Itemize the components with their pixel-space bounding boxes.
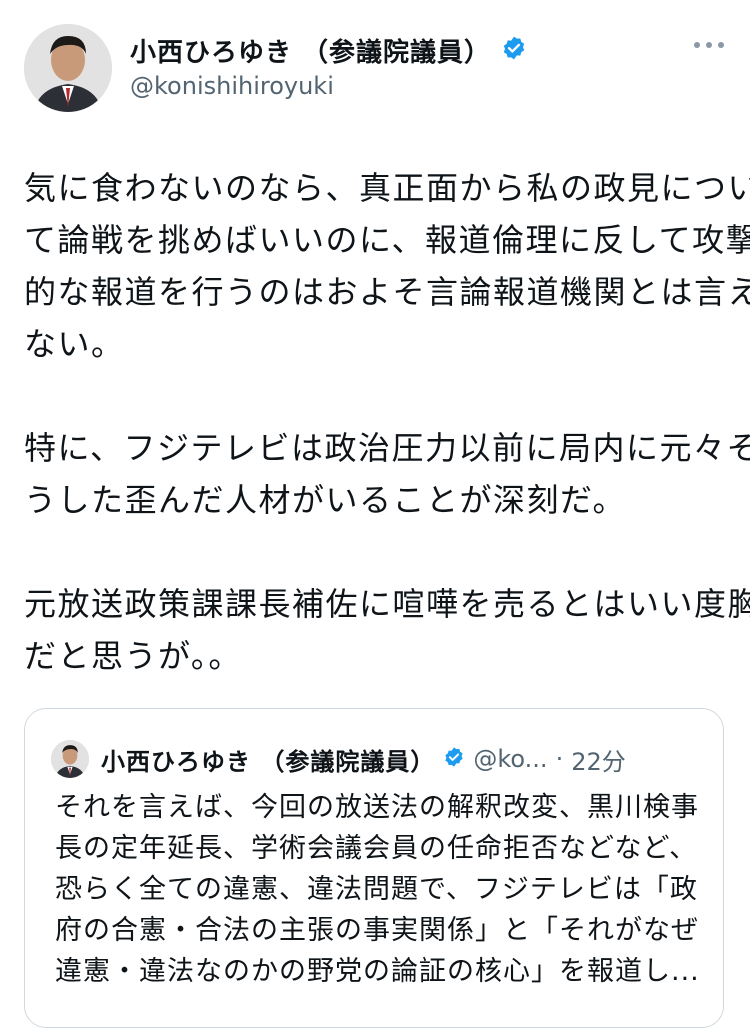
quoted-tweet-header: 小西ひろゆき （参議院議員） @ko... · 22分	[51, 739, 626, 779]
author-name[interactable]: 小西ひろゆき （参議院議員）	[130, 32, 491, 69]
author-avatar[interactable]	[24, 24, 112, 112]
quoted-author-name: 小西ひろゆき （参議院議員）	[101, 747, 436, 776]
quoted-line: 府の合憲・合法の主張の事実関係」と「それがなぜ	[55, 915, 699, 946]
quoted-verified-badge-icon	[443, 746, 465, 772]
quoted-line: 恐らく全ての違憲、違法問題で、フジテレビは「政	[55, 874, 698, 905]
meta-separator: ·	[555, 745, 564, 773]
tweet-text: 気に食わないのなら、真正面から私の政見につい て論戦を挑めばいいのに、報道倫理に…	[24, 162, 750, 682]
quoted-line: 違憲・違法なのかの野党の論証の核心」を報道し...	[55, 956, 700, 987]
tweet-line: 特に、フジテレビは政治圧力以前に局内に元々そ	[24, 429, 750, 467]
tweet-line: だと思うが。。	[24, 637, 242, 675]
quoted-author-handle: @ko...	[473, 745, 548, 773]
quoted-line: 長の定年延長、学術会議会員の任命拒否などなど、	[55, 833, 698, 864]
quoted-timestamp: 22分	[571, 747, 626, 776]
tweet-line: て論戦を挑めばいいのに、報道倫理に反して攻撃	[24, 221, 750, 259]
author-name-row: 小西ひろゆき （参議院議員）	[130, 30, 527, 70]
more-options-icon[interactable]	[694, 40, 724, 50]
quoted-line: それを言えば、今回の放送法の解釈改変、黒川検事	[55, 792, 699, 823]
tweet-line: うした歪んだ人材がいることが深刻だ。	[24, 481, 627, 519]
tweet-line: ない。	[24, 325, 125, 363]
quoted-tweet-text: それを言えば、今回の放送法の解釈改変、黒川検事 長の定年延長、学術会議会員の任命…	[55, 787, 705, 992]
verified-badge-icon	[501, 35, 527, 65]
tweet-line: 気に食わないのなら、真正面から私の政見につい	[24, 169, 750, 207]
quoted-tweet-card[interactable]: 小西ひろゆき （参議院議員） @ko... · 22分 それを言えば、今回の放送…	[24, 708, 724, 1028]
author-handle[interactable]: @konishihiroyuki	[130, 72, 334, 100]
tweet-line: 的な報道を行うのはおよそ言論報道機関とは言え	[24, 273, 750, 311]
tweet-line: 元放送政策課課長補佐に喧嘩を売るとはいい度胸	[24, 585, 750, 623]
quoted-author-avatar	[51, 740, 89, 778]
